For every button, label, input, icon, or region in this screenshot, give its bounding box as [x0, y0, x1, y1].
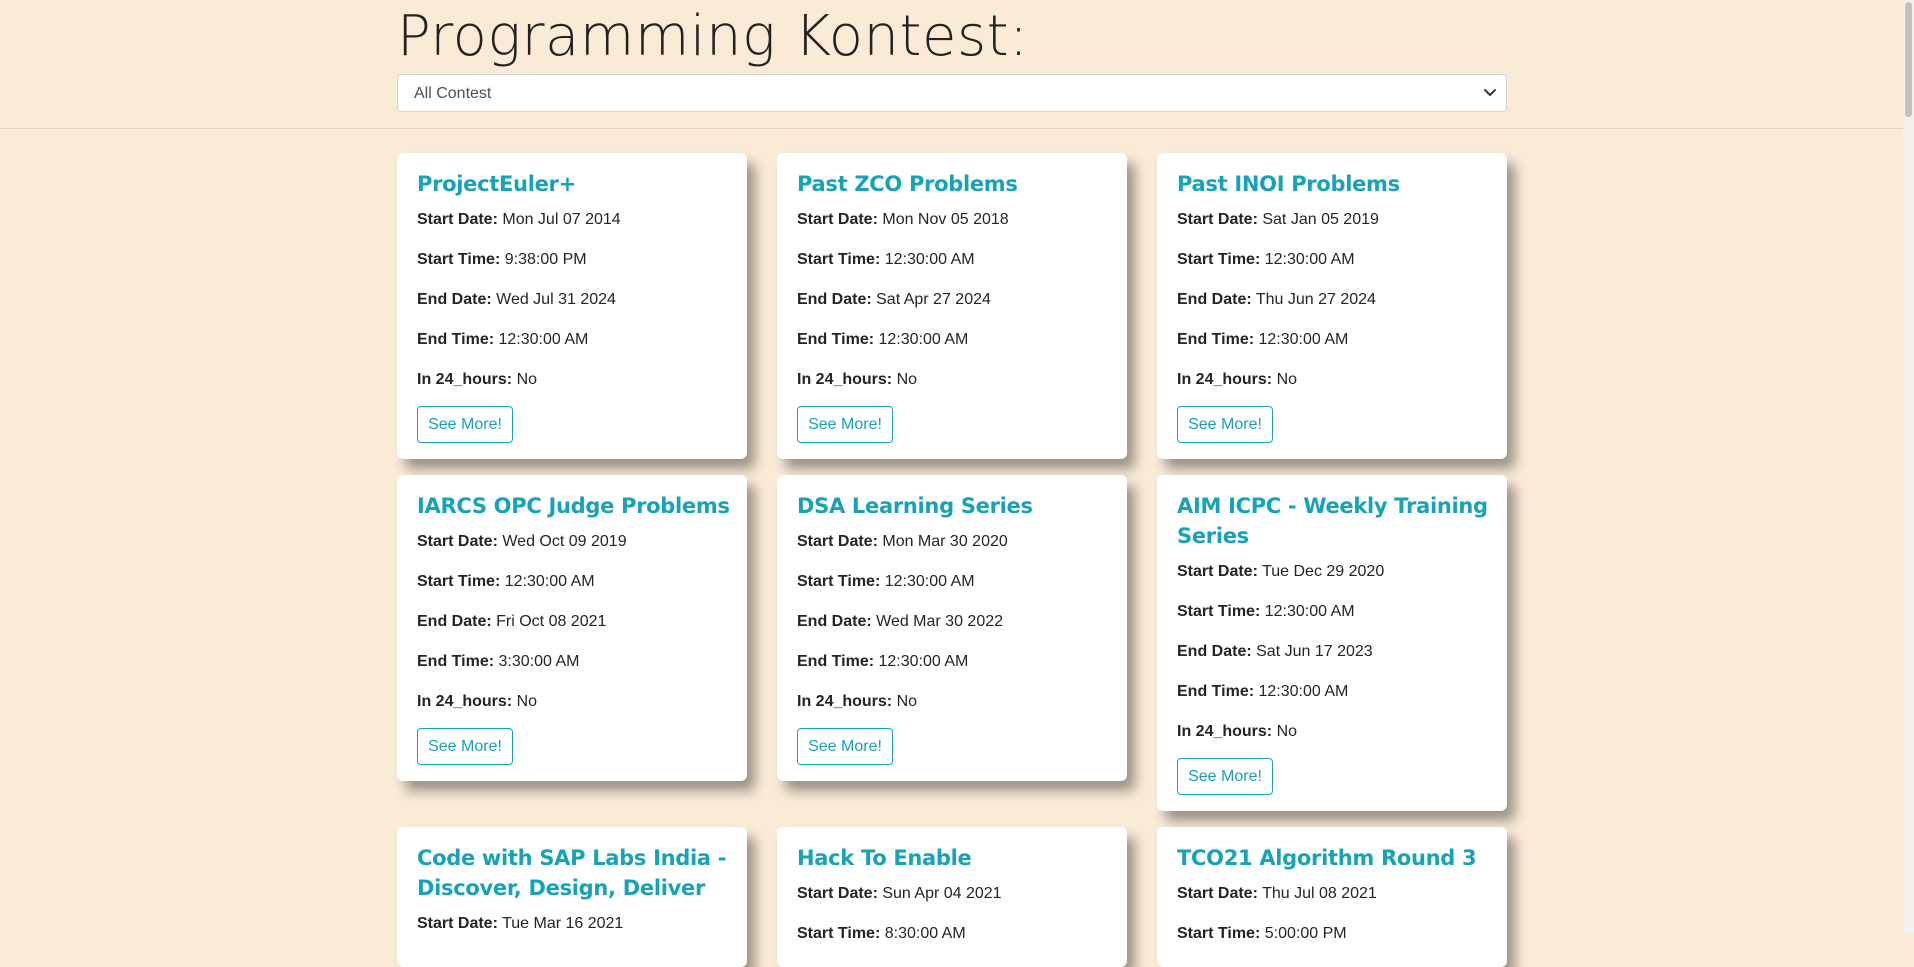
contest-title: ProjectEuler+: [417, 172, 576, 196]
see-more-button[interactable]: See More!: [797, 406, 893, 443]
end-time-field: End Time: 12:30:00 AM: [417, 331, 589, 348]
in-24-hours-field: In 24_hours: No: [417, 693, 538, 710]
scrollbar-thumb[interactable]: [1905, 2, 1912, 117]
see-more-button[interactable]: See More!: [1177, 758, 1273, 795]
see-more-button[interactable]: See More!: [797, 728, 893, 765]
start-time-field: Start Time: 12:30:00 AM: [1177, 603, 1355, 620]
start-time-field: Start Time: 9:38:00 PM: [417, 251, 587, 268]
contest-card: AIM ICPC - Weekly Training Series Start …: [1157, 475, 1507, 811]
start-time-field: Start Time: 12:30:00 AM: [797, 251, 975, 268]
end-time-field: End Time: 12:30:00 AM: [797, 653, 969, 670]
chevron-down-icon: [1484, 89, 1496, 96]
see-more-button[interactable]: See More!: [1177, 406, 1273, 443]
contest-title: DSA Learning Series: [797, 494, 1033, 518]
page-scrollbar[interactable]: [1903, 0, 1914, 934]
start-time-field: Start Time: 12:30:00 AM: [1177, 251, 1355, 268]
start-time-field: Start Time: 12:30:00 AM: [417, 573, 595, 590]
contest-title: IARCS OPC Judge Problems: [417, 494, 730, 518]
contest-card: TCO21 Algorithm Round 3 Start Date: Thu …: [1157, 827, 1507, 967]
contest-title: Code with SAP Labs India - Discover, Des…: [417, 846, 727, 900]
start-date-field: Start Date: Thu Jul 08 2021: [1177, 885, 1377, 902]
start-time-field: Start Time: 8:30:00 AM: [797, 925, 966, 942]
contest-card: ProjectEuler+ Start Date: Mon Jul 07 201…: [397, 153, 747, 459]
contest-card: Past ZCO Problems Start Date: Mon Nov 05…: [777, 153, 1127, 459]
contest-card: DSA Learning Series Start Date: Mon Mar …: [777, 475, 1127, 781]
contest-title: Past INOI Problems: [1177, 172, 1400, 196]
contest-title: Past ZCO Problems: [797, 172, 1018, 196]
end-date-field: End Date: Sat Apr 27 2024: [797, 291, 991, 308]
start-time-field: Start Time: 5:00:00 PM: [1177, 925, 1347, 942]
contest-filter-value: All Contest: [414, 85, 492, 102]
end-date-field: End Date: Fri Oct 08 2021: [417, 613, 607, 630]
in-24-hours-field: In 24_hours: No: [797, 371, 918, 388]
in-24-hours-field: In 24_hours: No: [1177, 371, 1298, 388]
start-date-field: Start Date: Mon Mar 30 2020: [797, 533, 1008, 550]
start-date-field: Start Date: Tue Mar 16 2021: [417, 915, 624, 932]
in-24-hours-field: In 24_hours: No: [797, 693, 918, 710]
end-date-field: End Date: Wed Jul 31 2024: [417, 291, 616, 308]
end-time-field: End Time: 12:30:00 AM: [1177, 331, 1349, 348]
contest-title: Hack To Enable: [797, 846, 972, 870]
start-date-field: Start Date: Tue Dec 29 2020: [1177, 563, 1385, 580]
start-date-field: Start Date: Mon Jul 07 2014: [417, 211, 621, 228]
start-date-field: Start Date: Sun Apr 04 2021: [797, 885, 1002, 902]
contest-card: Code with SAP Labs India - Discover, Des…: [397, 827, 747, 967]
end-time-field: End Time: 12:30:00 AM: [797, 331, 969, 348]
end-date-field: End Date: Thu Jun 27 2024: [1177, 291, 1376, 308]
page-header: Programming Kontest: All Contest: [0, 0, 1903, 129]
end-time-field: End Time: 12:30:00 AM: [1177, 683, 1349, 700]
page-title: Programming Kontest:: [397, 4, 1029, 69]
start-date-field: Start Date: Sat Jan 05 2019: [1177, 211, 1379, 228]
start-date-field: Start Date: Mon Nov 05 2018: [797, 211, 1009, 228]
end-time-field: End Time: 3:30:00 AM: [417, 653, 580, 670]
contest-title: AIM ICPC - Weekly Training Series: [1177, 494, 1488, 548]
contest-card: Hack To Enable Start Date: Sun Apr 04 20…: [777, 827, 1127, 967]
see-more-button[interactable]: See More!: [417, 728, 513, 765]
end-date-field: End Date: Sat Jun 17 2023: [1177, 643, 1373, 660]
see-more-button[interactable]: See More!: [417, 406, 513, 443]
start-date-field: Start Date: Wed Oct 09 2019: [417, 533, 627, 550]
start-time-field: Start Time: 12:30:00 AM: [797, 573, 975, 590]
in-24-hours-field: In 24_hours: No: [1177, 723, 1298, 740]
contest-card: IARCS OPC Judge Problems Start Date: Wed…: [397, 475, 747, 781]
contest-filter-select[interactable]: All Contest: [397, 74, 1507, 112]
contest-card: Past INOI Problems Start Date: Sat Jan 0…: [1157, 153, 1507, 459]
contest-title: TCO21 Algorithm Round 3: [1177, 846, 1477, 870]
in-24-hours-field: In 24_hours: No: [417, 371, 538, 388]
end-date-field: End Date: Wed Mar 30 2022: [797, 613, 1004, 630]
